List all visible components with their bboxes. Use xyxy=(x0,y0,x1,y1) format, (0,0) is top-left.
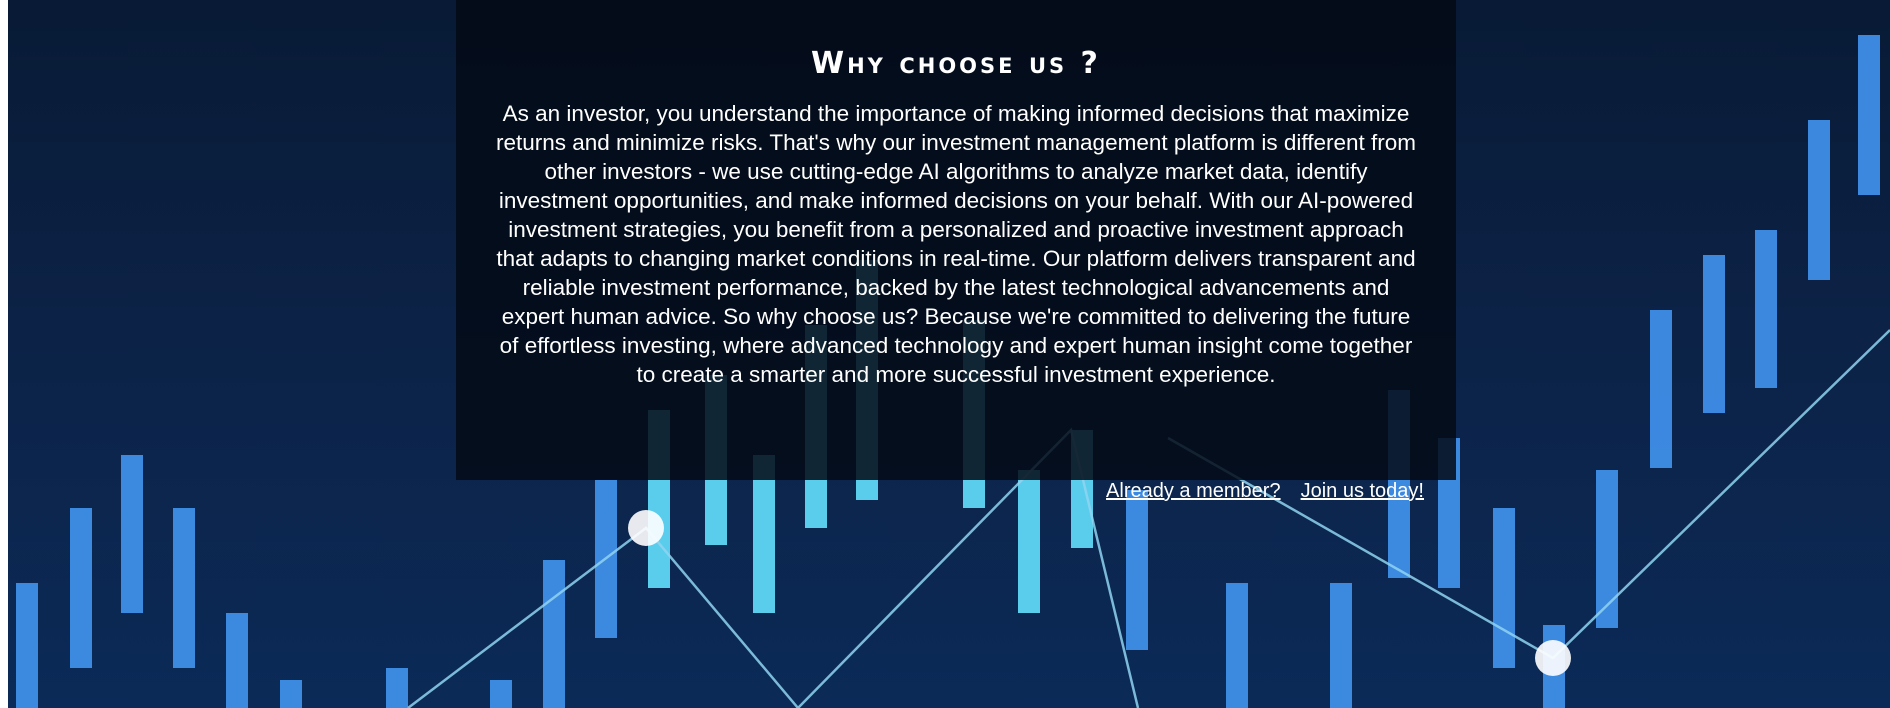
why-choose-us-panel: Why choose us ? As an investor, you unde… xyxy=(456,0,1456,480)
hero-background: Why choose us ? As an investor, you unde… xyxy=(8,0,1890,708)
section-title: Why choose us ? xyxy=(811,46,1101,81)
already-member-link[interactable]: Already a member? xyxy=(1106,480,1281,503)
join-us-link[interactable]: Join us today! xyxy=(1301,480,1424,503)
auth-links: Already a member? Join us today! xyxy=(1106,480,1424,503)
section-description: As an investor, you understand the impor… xyxy=(495,101,1417,387)
